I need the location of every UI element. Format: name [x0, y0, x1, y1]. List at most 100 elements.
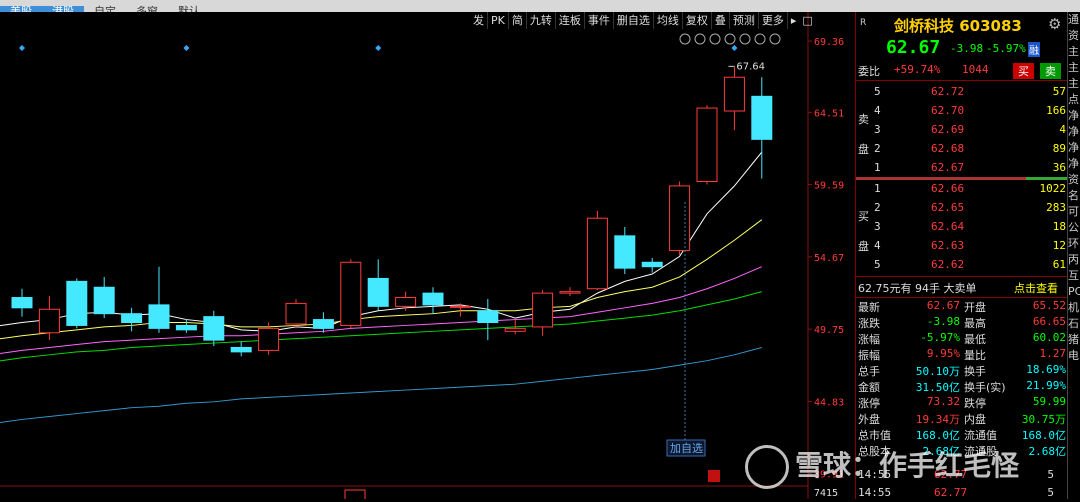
- window-icon[interactable]: [739, 33, 751, 45]
- toolbar-nine-turns[interactable]: 九转: [527, 12, 556, 29]
- toolbar-pk[interactable]: PK: [488, 12, 509, 29]
- edge-label[interactable]: 净: [1068, 108, 1080, 124]
- candle-body[interactable]: [696, 107, 718, 182]
- candle-body[interactable]: [751, 95, 773, 140]
- bid-level-1[interactable]: 1 62.66 1022: [856, 180, 1068, 198]
- stat-value: 60.02: [1032, 331, 1066, 344]
- candle-body[interactable]: [477, 310, 499, 323]
- print-icon[interactable]: [724, 33, 736, 45]
- candle-body[interactable]: [559, 291, 581, 294]
- edge-label[interactable]: 名: [1068, 188, 1080, 204]
- candle-body[interactable]: [340, 261, 362, 326]
- toolbar-limit-up[interactable]: 连板: [556, 12, 585, 29]
- edge-label[interactable]: 资: [1068, 28, 1080, 44]
- ask-level-2[interactable]: 4 62.70 166: [856, 102, 1068, 120]
- candle-body[interactable]: [367, 277, 389, 307]
- bid-level-4[interactable]: 4 62.63 12: [856, 237, 1068, 255]
- candle-body[interactable]: [66, 280, 88, 326]
- candle-body[interactable]: [395, 297, 417, 307]
- edge-label[interactable]: 净: [1068, 124, 1080, 140]
- candle-body[interactable]: [723, 76, 745, 112]
- candle-body[interactable]: [230, 346, 252, 353]
- toolbar-simple[interactable]: 简: [509, 12, 527, 29]
- bid-level-3[interactable]: 3 62.64 18: [856, 218, 1068, 236]
- candle-body[interactable]: [504, 327, 526, 332]
- edge-label[interactable]: 主: [1068, 60, 1080, 76]
- candle-body[interactable]: [312, 319, 334, 329]
- buy-button[interactable]: 买: [1013, 63, 1034, 79]
- ask-level-3[interactable]: 3 62.69 4: [856, 121, 1068, 139]
- stat-label: 最低: [964, 333, 986, 346]
- candle-body[interactable]: [258, 327, 280, 351]
- toolbar-overlay[interactable]: 叠: [712, 12, 730, 29]
- stat-value: -5.97%: [920, 331, 960, 344]
- edge-label[interactable]: PC: [1068, 284, 1080, 300]
- edge-label[interactable]: 净: [1068, 156, 1080, 172]
- edge-label[interactable]: 点: [1068, 92, 1080, 108]
- stat-value: -3.98: [926, 315, 960, 328]
- toolbar-send[interactable]: 发: [470, 12, 488, 29]
- candle-body[interactable]: [669, 185, 691, 252]
- candle-body[interactable]: [614, 235, 636, 269]
- candle-body[interactable]: [532, 292, 554, 328]
- ask-volume: 89: [1052, 142, 1066, 155]
- edge-label[interactable]: 通: [1068, 12, 1080, 28]
- event-marker[interactable]: [183, 45, 190, 51]
- edge-label[interactable]: 互: [1068, 268, 1080, 284]
- toolbar-more[interactable]: 更多: [759, 12, 788, 29]
- price-row: 62.67 -3.98 -5.97% 融: [856, 37, 1068, 59]
- toolbar-events[interactable]: 事件: [585, 12, 614, 29]
- eye-icon[interactable]: [694, 33, 706, 45]
- candle-body[interactable]: [11, 297, 33, 309]
- close-icon[interactable]: □: [799, 12, 815, 29]
- bid-volume: 61: [1052, 258, 1066, 271]
- toolbar-forecast[interactable]: 预测: [730, 12, 759, 29]
- candle-body[interactable]: [38, 308, 60, 334]
- event-marker[interactable]: [731, 45, 738, 51]
- close-icon[interactable]: [769, 33, 781, 45]
- candle-body[interactable]: [586, 217, 608, 290]
- candle-body[interactable]: [93, 286, 115, 315]
- settings-icon[interactable]: ⚙: [1048, 15, 1061, 33]
- edge-label[interactable]: 环: [1068, 236, 1080, 252]
- edge-label[interactable]: 石: [1068, 316, 1080, 332]
- toolbar-remove-watch[interactable]: 删自选: [614, 12, 654, 29]
- ask-level-1[interactable]: 5 62.72 57: [856, 83, 1068, 101]
- edge-label[interactable]: 机: [1068, 300, 1080, 316]
- candle-body[interactable]: [121, 313, 143, 323]
- candle-body[interactable]: [175, 324, 197, 331]
- bid-level-5[interactable]: 5 62.62 61: [856, 256, 1068, 274]
- edge-label[interactable]: 主: [1068, 44, 1080, 60]
- edge-label[interactable]: 电: [1068, 348, 1080, 364]
- zoom-in-icon[interactable]: [754, 33, 766, 45]
- edge-label[interactable]: 资: [1068, 172, 1080, 188]
- candlestick-chart[interactable]: 69.3664.5159.5954.6749.7544.8339.9167.64…: [0, 12, 855, 499]
- add-watch-label: 加自选: [670, 442, 703, 455]
- candle-body[interactable]: [422, 292, 444, 306]
- lock-icon[interactable]: [709, 33, 721, 45]
- edge-label[interactable]: 净: [1068, 140, 1080, 156]
- edge-label[interactable]: 猪: [1068, 332, 1080, 348]
- big-order-link[interactable]: 点击查看: [1014, 280, 1058, 296]
- edge-label[interactable]: 丙: [1068, 252, 1080, 268]
- bid-volume: 18: [1052, 220, 1066, 233]
- edge-label[interactable]: 可: [1068, 204, 1080, 220]
- candle-body[interactable]: [285, 302, 307, 325]
- toolbar-ma[interactable]: 均线: [654, 12, 683, 29]
- zoom-out-icon[interactable]: [679, 33, 691, 45]
- toolbar-adjust[interactable]: 复权: [683, 12, 712, 29]
- speaker-icon[interactable]: ▸: [788, 12, 800, 29]
- bid-level-2[interactable]: 2 62.65 283: [856, 199, 1068, 217]
- candle-body[interactable]: [449, 305, 471, 308]
- sell-button[interactable]: 卖: [1040, 63, 1061, 79]
- tick-volume: 5: [1047, 486, 1054, 499]
- edge-label[interactable]: 公: [1068, 220, 1080, 236]
- ask-level-5[interactable]: 1 62.67 36: [856, 159, 1068, 177]
- event-marker[interactable]: [375, 45, 382, 51]
- ask-level-4[interactable]: 2 62.68 89: [856, 140, 1068, 158]
- edge-label[interactable]: 主: [1068, 76, 1080, 92]
- event-marker[interactable]: [19, 45, 25, 51]
- candle-body[interactable]: [148, 304, 170, 329]
- candle-body[interactable]: [203, 316, 225, 341]
- candle-body[interactable]: [641, 261, 663, 268]
